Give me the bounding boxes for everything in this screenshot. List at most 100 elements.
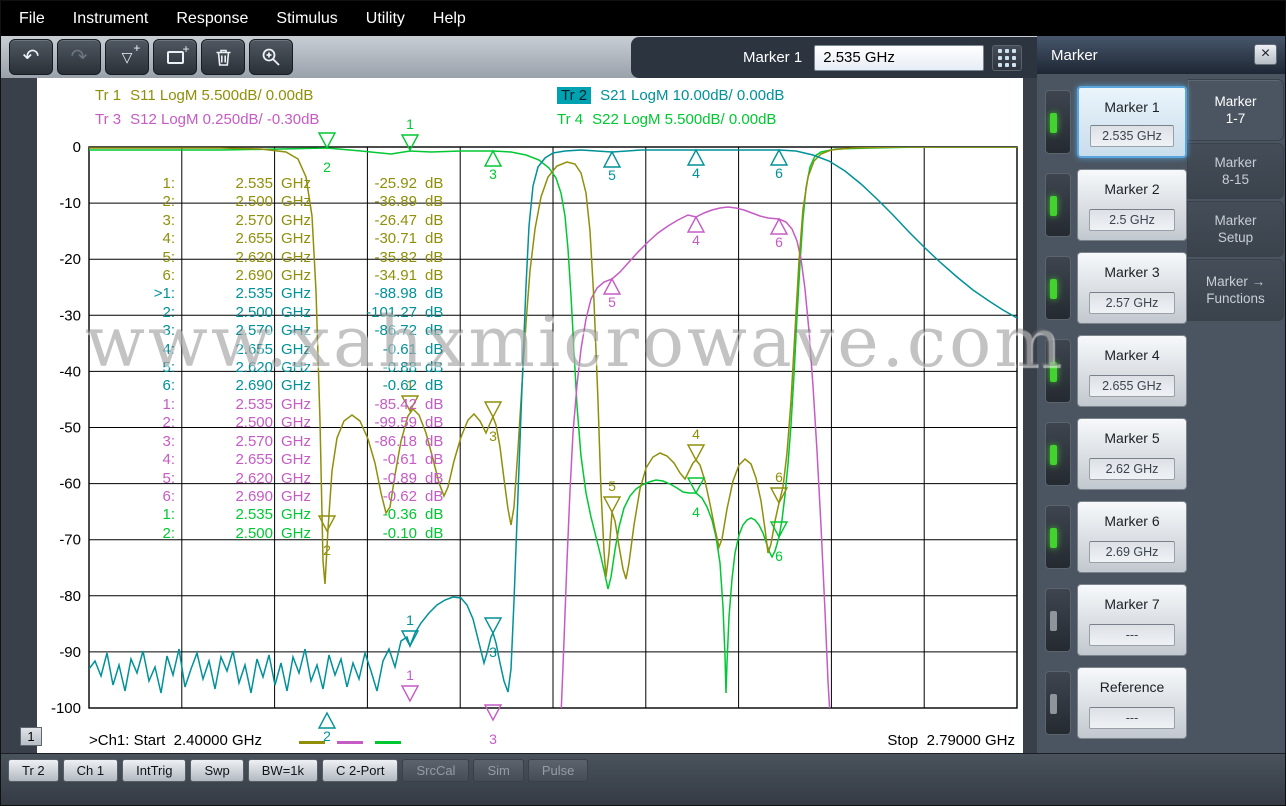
marker-triangle-5[interactable] xyxy=(604,152,620,167)
svg-text:-20: -20 xyxy=(59,251,81,268)
trace-tag[interactable]: Tr 3 xyxy=(95,111,121,128)
marker-button-label: Marker 5 xyxy=(1078,430,1186,446)
marker-triangle-3[interactable] xyxy=(485,402,501,417)
marker-triangle-3[interactable] xyxy=(485,151,501,166)
marker-readout-row: 1:2.535GHz-25.92dB xyxy=(119,175,443,193)
trace-legend-tr-4[interactable]: Tr 4S22 LogM 5.500dB/ 0.00dB xyxy=(557,111,776,128)
marker-panel-titlebar: Marker × xyxy=(1037,36,1286,74)
svg-text:-70: -70 xyxy=(59,532,81,549)
status-pulse[interactable]: Pulse xyxy=(528,759,589,782)
button-reference[interactable]: Reference--- xyxy=(1077,667,1187,739)
button-marker-4[interactable]: Marker 42.655 GHz xyxy=(1077,335,1187,407)
channel-badge[interactable]: 1 xyxy=(20,727,42,746)
marker-button-value: 2.69 GHz xyxy=(1089,541,1175,563)
delete-button[interactable] xyxy=(201,39,245,75)
marker-number: 6 xyxy=(775,469,783,485)
button-marker-5[interactable]: Marker 52.62 GHz xyxy=(1077,418,1187,490)
marker-enable-key-marker-7[interactable] xyxy=(1045,588,1071,652)
tab-marker-setup[interactable]: MarkerSetup xyxy=(1187,201,1284,257)
redo-button[interactable]: ↷ xyxy=(57,39,101,75)
y-axis-labels: 0-10-20-30-40-50-60-70-80-90-100 xyxy=(51,139,81,717)
marker-number: 5 xyxy=(608,478,616,494)
marker-triangle-4[interactable] xyxy=(688,217,704,232)
tab-marker-8-15[interactable]: Marker8-15 xyxy=(1187,143,1284,199)
marker-triangle-2[interactable] xyxy=(319,713,335,728)
trace-legend-tr-2[interactable]: Tr 2S21 LogM 10.00dB/ 0.00dB xyxy=(557,87,784,104)
trace-tag[interactable]: Tr 1 xyxy=(95,87,121,104)
menu-item-file[interactable]: File xyxy=(5,1,59,36)
undo-button[interactable]: ↶ xyxy=(9,39,53,75)
status-bw-1k[interactable]: BW=1k xyxy=(248,759,318,782)
marker-triangle-1[interactable] xyxy=(402,135,418,150)
marker-readout-row: 5:2.620GHz-0.88dB xyxy=(119,359,443,377)
svg-text:-10: -10 xyxy=(59,195,81,212)
tab-marker-1-7[interactable]: Marker1-7 xyxy=(1187,79,1284,141)
tab-marker-functions[interactable]: Marker →Functions xyxy=(1187,259,1284,321)
menu-item-response[interactable]: Response xyxy=(162,1,262,36)
led-indicator xyxy=(1050,528,1057,548)
marker-button-value: 2.535 GHz xyxy=(1090,125,1174,147)
marker-number: 4 xyxy=(692,165,700,181)
trace-legend-tr-1[interactable]: Tr 1S11 LogM 5.500dB/ 0.00dB xyxy=(95,87,313,104)
menu-bar: FileInstrumentResponseStimulusUtilityHel… xyxy=(1,1,1285,36)
status-ch-1[interactable]: Ch 1 xyxy=(63,759,118,782)
status-sim[interactable]: Sim xyxy=(473,759,523,782)
button-marker-2[interactable]: Marker 22.5 GHz xyxy=(1077,169,1187,241)
marker-enable-key-marker-5[interactable] xyxy=(1045,422,1071,486)
marker-button-label: Marker 6 xyxy=(1078,513,1186,529)
marker-triangle-4[interactable] xyxy=(688,445,704,460)
marker-triangle-3[interactable] xyxy=(485,618,501,633)
marker-triangle-3[interactable] xyxy=(485,705,501,720)
marker-triangle-4[interactable] xyxy=(688,150,704,165)
button-marker-6[interactable]: Marker 6 2.69 GHz xyxy=(1077,501,1187,573)
marker-enable-key-marker-6[interactable] xyxy=(1045,505,1071,569)
status-srccal[interactable]: SrcCal xyxy=(402,759,469,782)
marker-enable-key-marker-1[interactable] xyxy=(1045,90,1071,154)
zoom-button[interactable] xyxy=(249,39,293,75)
marker-enable-key-reference[interactable] xyxy=(1045,671,1071,735)
menu-item-stimulus[interactable]: Stimulus xyxy=(262,1,351,36)
marker-triangle-6[interactable] xyxy=(771,150,787,165)
led-indicator xyxy=(1050,611,1057,631)
button-marker-1[interactable]: Marker 12.535 GHz xyxy=(1077,86,1187,158)
menu-item-instrument[interactable]: Instrument xyxy=(59,1,163,36)
marker-triangle-1[interactable] xyxy=(402,686,418,701)
add-marker-button[interactable]: ▽+ xyxy=(105,39,149,75)
menu-item-utility[interactable]: Utility xyxy=(352,1,419,36)
marker-enable-key-marker-2[interactable] xyxy=(1045,173,1071,237)
status-inttrig[interactable]: IntTrig xyxy=(122,759,186,782)
capture-button[interactable]: + xyxy=(153,39,197,75)
marker-triangle-2[interactable] xyxy=(319,133,335,148)
button-marker-7[interactable]: Marker 7--- xyxy=(1077,584,1187,656)
add-marker-icon: ▽+ xyxy=(122,49,133,66)
trace-format-label: S12 LogM 0.250dB/ -0.30dB xyxy=(130,111,319,128)
status-c-2-port[interactable]: C 2-Port xyxy=(322,759,398,782)
marker-readout-row: 3:2.570GHz-86.72dB xyxy=(119,322,443,340)
led-indicator xyxy=(1050,113,1057,133)
close-button[interactable]: × xyxy=(1254,44,1277,65)
menu-item-help[interactable]: Help xyxy=(419,1,480,36)
button-marker-3[interactable]: Marker 32.57 GHz xyxy=(1077,252,1187,324)
status-swp[interactable]: Swp xyxy=(190,759,243,782)
marker-readout-row: 1:2.535GHz-85.42dB xyxy=(119,396,443,414)
plot-area[interactable]: 0-10-20-30-40-50-60-70-80-90-10012345612… xyxy=(37,78,1023,753)
led-indicator xyxy=(1050,196,1057,216)
status-bar: Tr 2Ch 1IntTrigSwpBW=1kC 2-PortSrcCalSim… xyxy=(1,753,1285,806)
trace-legend-tr-3[interactable]: Tr 3 S12 LogM 0.250dB/ -0.30dB xyxy=(95,111,319,128)
keypad-button[interactable] xyxy=(992,45,1022,71)
undo-icon: ↶ xyxy=(23,47,40,67)
trace-tag[interactable]: Tr 4 xyxy=(557,111,583,128)
marker-number: 6 xyxy=(775,548,783,564)
marker-enable-key-marker-4[interactable] xyxy=(1045,339,1071,403)
marker-button-label: Marker 3 xyxy=(1078,264,1186,280)
marker-frequency-input[interactable] xyxy=(814,45,984,71)
trace-tag[interactable]: Tr 2 xyxy=(557,87,591,104)
status-tr-2[interactable]: Tr 2 xyxy=(8,759,59,782)
marker-enable-key-marker-3[interactable] xyxy=(1045,256,1071,320)
svg-text:-40: -40 xyxy=(59,363,81,380)
marker-triangle-4[interactable] xyxy=(688,478,704,493)
marker-readout-row: 5:2.620GHz-35.82dB xyxy=(119,249,443,267)
marker-readout-row: 6:2.690GHz-0.62dB xyxy=(119,488,443,506)
marker-triangle-5[interactable] xyxy=(604,497,620,512)
marker-number: 6 xyxy=(775,165,783,181)
